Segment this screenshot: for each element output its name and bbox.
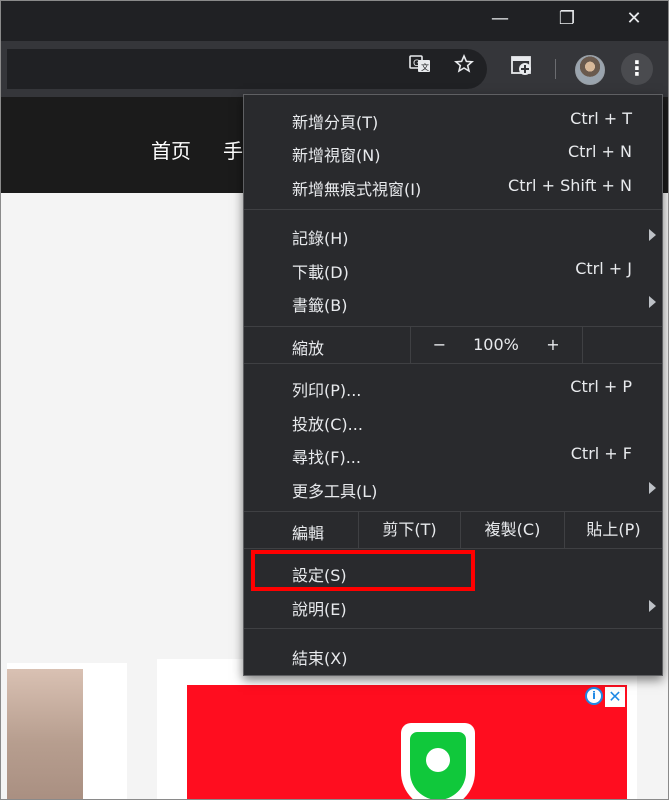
menu-item-exit[interactable]: 結束(X) (244, 638, 662, 672)
menu-item-shortcut: Ctrl + N (567, 142, 632, 161)
card-thumbnail (7, 669, 83, 799)
menu-item-label: 書籤(B) (292, 296, 348, 315)
menu-item-shortcut: Ctrl + P (570, 377, 632, 396)
menu-item-shortcut: Ctrl + Shift + N (508, 176, 632, 195)
toolbar-divider (555, 59, 556, 79)
menu-item-new-incognito[interactable]: 新增無痕式視窗(I) Ctrl + Shift + N (244, 169, 662, 203)
menu-item-downloads[interactable]: 下載(D) Ctrl + J (244, 252, 662, 286)
menu-item-shortcut: Ctrl + J (575, 259, 632, 278)
menu-item-shortcut: Ctrl + T (570, 109, 632, 128)
svg-text:文: 文 (421, 62, 429, 72)
zoom-level: 100% (473, 335, 519, 354)
copy-button[interactable]: 複製(C) (460, 512, 564, 548)
menu-item-label: 結束(X) (292, 649, 348, 668)
submenu-arrow-icon (649, 482, 656, 494)
menu-separator (244, 548, 662, 549)
menu-edit-row: 編輯 剪下(T) 複製(C) 貼上(P) (244, 512, 662, 548)
menu-item-label: 說明(E) (292, 600, 347, 619)
menu-item-more-tools[interactable]: 更多工具(L) (244, 471, 662, 505)
menu-item-shortcut: Ctrl + F (570, 444, 632, 463)
menu-item-label: 更多工具(L) (292, 482, 378, 501)
ad-container: i ✕ (157, 659, 637, 799)
nav-home-link[interactable]: 首页 (151, 135, 191, 164)
minimize-button[interactable]: — (477, 1, 523, 37)
submenu-arrow-icon (649, 229, 656, 241)
zoom-in-button[interactable]: + (524, 327, 582, 363)
title-bar: — ❐ ✕ (1, 1, 668, 41)
menu-item-history[interactable]: 記錄(H) (244, 218, 662, 252)
cut-button[interactable]: 剪下(T) (358, 512, 460, 548)
menu-separator (244, 209, 662, 210)
ad-info-icon[interactable]: i (585, 687, 603, 705)
menu-separator (244, 363, 662, 364)
translate-icon[interactable]: G 文 (405, 54, 435, 84)
menu-item-print[interactable]: 列印(P)... Ctrl + P (244, 370, 662, 404)
nav-link-partial[interactable]: 手 (223, 135, 243, 164)
menu-item-label: 列印(P)... (292, 381, 362, 400)
menu-item-bookmarks[interactable]: 書籤(B) (244, 285, 662, 319)
menu-item-label: 新增視窗(N) (292, 146, 381, 165)
content-card[interactable] (7, 663, 127, 799)
paste-button[interactable]: 貼上(P) (564, 512, 662, 548)
ad-banner[interactable] (187, 685, 627, 799)
menu-item-new-tab[interactable]: 新增分頁(T) Ctrl + T (244, 102, 662, 136)
menu-item-label: 新增無痕式視窗(I) (292, 180, 422, 199)
settings-highlight-box (251, 550, 475, 591)
menu-item-cast[interactable]: 投放(C)... (244, 404, 662, 438)
restore-button[interactable]: ❐ (544, 1, 590, 37)
menu-item-label: 新增分頁(T) (292, 113, 379, 132)
close-window-button[interactable]: ✕ (611, 1, 657, 37)
fullscreen-button[interactable] (582, 327, 662, 363)
star-icon[interactable] (449, 54, 479, 84)
edit-label: 編輯 (292, 524, 325, 543)
menu-item-label: 投放(C)... (292, 415, 363, 434)
address-bar[interactable]: G 文 (7, 49, 487, 89)
submenu-arrow-icon (649, 296, 656, 308)
submenu-arrow-icon (649, 600, 656, 612)
ad-shield-inner (410, 732, 466, 799)
menu-item-help[interactable]: 說明(E) (244, 589, 662, 623)
zoom-label: 縮放 (292, 339, 325, 358)
browser-toolbar: G 文 ⋮ (1, 41, 668, 97)
menu-zoom-row: 縮放 − 100% + (244, 327, 662, 363)
zoom-out-button[interactable]: − (410, 327, 468, 363)
menu-item-label: 尋找(F)... (292, 448, 361, 467)
menu-item-new-window[interactable]: 新增視窗(N) Ctrl + N (244, 135, 662, 169)
ad-keyhole-icon (426, 748, 450, 772)
menu-separator (244, 628, 662, 629)
ad-close-icon[interactable]: ✕ (605, 687, 625, 707)
menu-item-find[interactable]: 尋找(F)... Ctrl + F (244, 437, 662, 471)
ad-shield-logo (401, 723, 475, 799)
browser-window: — ❐ ✕ G 文 ⋮ 首页 手 i ✕ 新增分頁(T) Ctrl + T 新增… (0, 0, 669, 800)
menu-item-label: 下載(D) (292, 263, 349, 282)
profile-avatar[interactable] (575, 55, 605, 85)
extension-icon[interactable] (507, 54, 537, 84)
more-menu-icon[interactable]: ⋮ (621, 53, 653, 85)
menu-item-label: 記錄(H) (292, 229, 349, 248)
